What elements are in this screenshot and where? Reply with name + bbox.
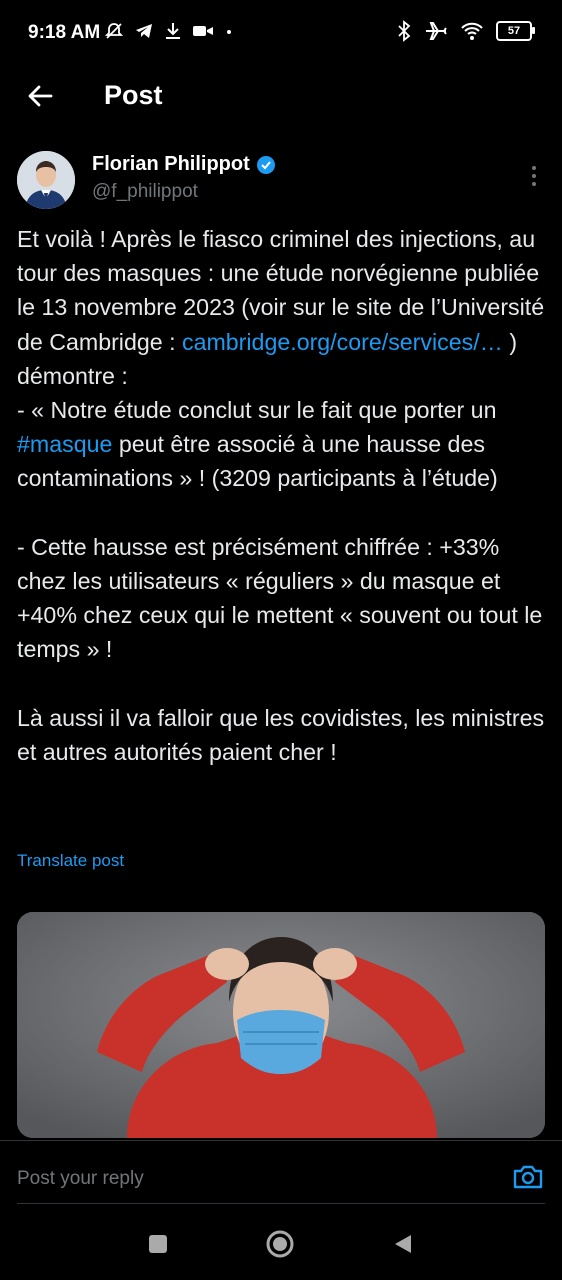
bluetooth-icon — [398, 20, 411, 42]
post-text: Et voilà ! Après le fiasco criminel des … — [17, 222, 551, 769]
camera-icon — [513, 1165, 543, 1189]
reply-divider — [17, 1203, 545, 1204]
author-name[interactable]: Florian Philippot — [92, 153, 250, 176]
status-time: 9:18 AM — [28, 22, 101, 43]
avatar-image — [17, 151, 75, 209]
status-left-icons — [104, 21, 234, 41]
wifi-icon — [461, 22, 483, 40]
more-options-button[interactable] — [520, 162, 548, 190]
video-icon — [193, 26, 213, 36]
back-button[interactable] — [22, 78, 58, 114]
dot-icon — [227, 30, 231, 34]
airplane-icon — [426, 22, 447, 40]
system-back-button[interactable] — [388, 1229, 418, 1259]
back-arrow-icon — [28, 85, 53, 107]
reply-input[interactable]: Post your reply — [17, 1168, 144, 1190]
post-media-image[interactable] — [17, 912, 545, 1138]
reply-bar: Post your reply — [0, 1140, 562, 1207]
battery-level: 57 — [507, 25, 521, 37]
recents-button[interactable] — [143, 1229, 173, 1259]
post-hashtag[interactable]: #masque — [17, 431, 112, 457]
system-nav-bar — [0, 1207, 562, 1280]
post-link[interactable]: cambridge.org/core/services/… — [182, 329, 503, 355]
verified-badge-icon — [256, 155, 275, 174]
author-name-row[interactable]: Florian Philippot — [92, 153, 276, 176]
translate-post-link[interactable]: Translate post — [17, 851, 124, 871]
recents-square-icon — [149, 1235, 167, 1253]
home-circle-icon — [266, 1230, 294, 1258]
page-title: Post — [104, 80, 163, 110]
battery-icon: 57 — [496, 21, 535, 41]
home-button[interactable] — [265, 1229, 295, 1259]
more-vertical-icon — [532, 166, 536, 186]
author-row: Florian Philippot @f_philippot — [0, 148, 562, 212]
post-text-part3: peut être associé à une hausse des conta… — [17, 431, 545, 766]
telegram-icon — [136, 24, 152, 38]
media-photo — [17, 912, 545, 1138]
download-icon — [166, 23, 180, 39]
topbar: Post — [0, 66, 562, 126]
status-right-icons: 57 — [396, 20, 535, 42]
avatar[interactable] — [17, 151, 75, 209]
status-bar: 9:18 AM 57 — [0, 0, 562, 66]
author-handle[interactable]: @f_philippot — [92, 181, 198, 203]
back-triangle-icon — [395, 1235, 411, 1253]
camera-button[interactable] — [512, 1163, 544, 1191]
mute-bell-icon — [104, 23, 124, 39]
